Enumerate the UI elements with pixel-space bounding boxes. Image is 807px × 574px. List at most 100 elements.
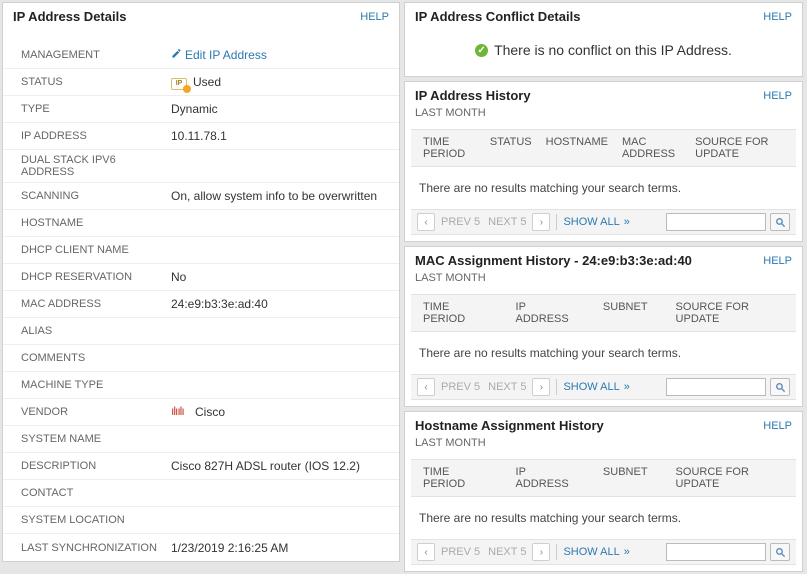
col: IP ADDRESS <box>516 466 575 490</box>
col: MAC ADDRESS <box>622 136 681 160</box>
prev-label: PREV 5 <box>439 216 482 228</box>
help-link[interactable]: HELP <box>763 420 792 432</box>
ip-history-panel: IP Address History HELP LAST MONTH TIME … <box>404 81 803 242</box>
label-hostname: HOSTNAME <box>21 217 171 229</box>
pager-search-button[interactable] <box>770 213 790 231</box>
help-link[interactable]: HELP <box>360 11 389 23</box>
col: SUBNET <box>603 301 648 325</box>
double-chevron-icon: » <box>624 216 630 228</box>
next-label: NEXT 5 <box>486 216 528 228</box>
label-management: MANAGEMENT <box>21 49 171 61</box>
pager-search-button[interactable] <box>770 378 790 396</box>
search-icon <box>775 217 786 228</box>
ip-conflict-panel: IP Address Conflict Details HELP There i… <box>404 2 803 77</box>
col: STATUS <box>490 136 532 160</box>
col: HOSTNAME <box>546 136 608 160</box>
search-icon <box>775 382 786 393</box>
col: TIME PERIOD <box>423 466 488 490</box>
label-type: TYPE <box>21 103 171 115</box>
next-button[interactable]: › <box>532 543 550 561</box>
prev-label: PREV 5 <box>439 546 482 558</box>
ip-history-empty: There are no results matching your searc… <box>405 167 802 209</box>
next-label: NEXT 5 <box>486 381 528 393</box>
prev-label: PREV 5 <box>439 381 482 393</box>
mac-history-pager: ‹ PREV 5 NEXT 5 › SHOW ALL » <box>411 374 796 400</box>
status-dot-icon <box>183 85 191 93</box>
mac-history-sub: LAST MONTH <box>405 272 802 290</box>
show-all-link[interactable]: SHOW ALL » <box>563 546 629 558</box>
next-button[interactable]: › <box>532 213 550 231</box>
show-all-link[interactable]: SHOW ALL » <box>563 381 629 393</box>
label-alias: ALIAS <box>21 325 171 337</box>
value-mac: 24:e9:b3:3e:ad:40 <box>171 297 268 311</box>
value-description: Cisco 827H ADSL router (IOS 12.2) <box>171 459 360 473</box>
edit-ip-label: Edit IP Address <box>185 48 267 62</box>
value-ip: 10.11.78.1 <box>171 129 227 143</box>
pager-search-input[interactable] <box>666 213 766 231</box>
ip-history-sub: LAST MONTH <box>405 107 802 125</box>
value-vendor: Cisco <box>195 405 225 419</box>
show-all-link[interactable]: SHOW ALL » <box>563 216 629 228</box>
hostname-history-panel: Hostname Assignment History HELP LAST MO… <box>404 411 803 572</box>
hostname-history-columns: TIME PERIOD IP ADDRESS SUBNET SOURCE FOR… <box>411 459 796 497</box>
edit-ip-link[interactable]: Edit IP Address <box>171 48 267 62</box>
double-chevron-icon: » <box>624 546 630 558</box>
pencil-icon <box>171 48 182 62</box>
label-machine-type: MACHINE TYPE <box>21 379 171 391</box>
prev-button[interactable]: ‹ <box>417 378 435 396</box>
label-mac: MAC ADDRESS <box>21 298 171 310</box>
col: IP ADDRESS <box>516 301 575 325</box>
conflict-title: IP Address Conflict Details <box>415 9 580 24</box>
label-dhcp-res: DHCP RESERVATION <box>21 271 171 283</box>
value-type: Dynamic <box>171 102 218 116</box>
prev-button[interactable]: ‹ <box>417 543 435 561</box>
pager-search-button[interactable] <box>770 543 790 561</box>
col: SUBNET <box>603 466 648 490</box>
label-system-name: SYSTEM NAME <box>21 433 171 445</box>
col: SOURCE FOR UPDATE <box>695 136 784 160</box>
hostname-history-pager: ‹ PREV 5 NEXT 5 › SHOW ALL » <box>411 539 796 565</box>
label-scanning: SCANNING <box>21 190 171 202</box>
pager-search-input[interactable] <box>666 543 766 561</box>
ip-history-pager: ‹ PREV 5 NEXT 5 › SHOW ALL » <box>411 209 796 235</box>
label-vendor: VENDOR <box>21 406 171 418</box>
double-chevron-icon: » <box>624 381 630 393</box>
label-dual-ipv6: DUAL STACK IPV6 ADDRESS <box>21 154 171 178</box>
mac-history-title: MAC Assignment History - 24:e9:b3:3e:ad:… <box>415 253 692 268</box>
value-scanning: On, allow system info to be overwritten <box>171 189 377 203</box>
hostname-history-title: Hostname Assignment History <box>415 418 604 433</box>
label-contact: CONTACT <box>21 487 171 499</box>
col: SOURCE FOR UPDATE <box>676 466 784 490</box>
mac-history-columns: TIME PERIOD IP ADDRESS SUBNET SOURCE FOR… <box>411 294 796 332</box>
hostname-history-sub: LAST MONTH <box>405 437 802 455</box>
help-link[interactable]: HELP <box>763 11 792 23</box>
hostname-history-empty: There are no results matching your searc… <box>405 497 802 539</box>
next-label: NEXT 5 <box>486 546 528 558</box>
label-dhcp-client: DHCP CLIENT NAME <box>21 244 171 256</box>
help-link[interactable]: HELP <box>763 90 792 102</box>
value-dhcp-res: No <box>171 270 186 284</box>
ip-history-columns: TIME PERIOD STATUS HOSTNAME MAC ADDRESS … <box>411 129 796 167</box>
ip-address-details-panel: IP Address Details HELP MANAGEMENT Edit … <box>2 2 400 562</box>
mac-history-empty: There are no results matching your searc… <box>405 332 802 374</box>
label-system-location: SYSTEM LOCATION <box>21 514 171 526</box>
mac-history-panel: MAC Assignment History - 24:e9:b3:3e:ad:… <box>404 246 803 407</box>
cisco-icon: ılıılı <box>171 407 189 417</box>
pager-search-input[interactable] <box>666 378 766 396</box>
ok-icon <box>475 44 488 57</box>
value-status: Used <box>193 75 221 89</box>
prev-button[interactable]: ‹ <box>417 213 435 231</box>
label-ip: IP ADDRESS <box>21 130 171 142</box>
help-link[interactable]: HELP <box>763 255 792 267</box>
label-description: DESCRIPTION <box>21 460 171 472</box>
col: TIME PERIOD <box>423 136 476 160</box>
value-last-sync: 1/23/2019 2:16:25 AM <box>171 541 288 555</box>
next-button[interactable]: › <box>532 378 550 396</box>
label-status: STATUS <box>21 76 171 88</box>
col: SOURCE FOR UPDATE <box>676 301 784 325</box>
label-last-sync: LAST SYNCHRONIZATION <box>21 542 171 554</box>
ip-history-title: IP Address History <box>415 88 531 103</box>
label-comments: COMMENTS <box>21 352 171 364</box>
search-icon <box>775 547 786 558</box>
col: TIME PERIOD <box>423 301 488 325</box>
